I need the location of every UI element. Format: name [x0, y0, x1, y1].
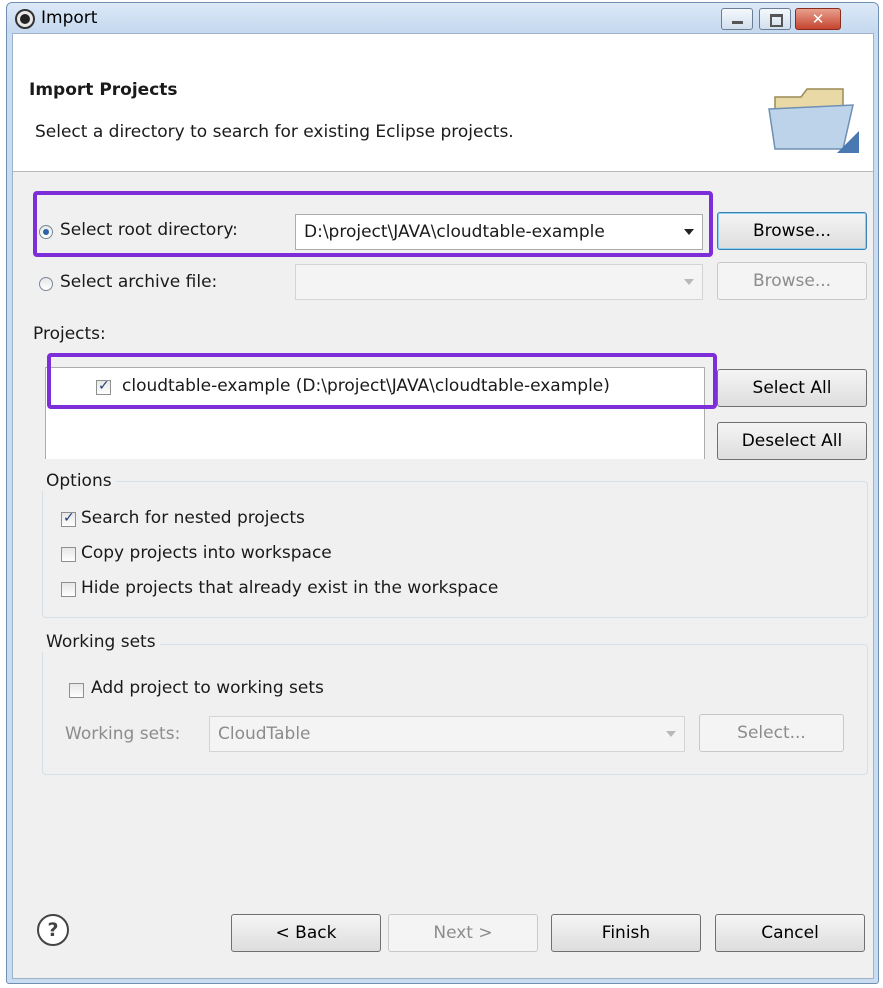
nested-projects-checkbox[interactable] [61, 510, 76, 527]
dialog-content: Import Projects Select a directory to se… [12, 33, 874, 979]
window-title: Import [41, 8, 98, 28]
close-icon[interactable]: ✕ [795, 8, 841, 30]
projects-label: Projects: [33, 324, 106, 344]
working-sets-value: CloudTable [218, 724, 311, 744]
next-button[interactable]: Next > [388, 914, 538, 952]
add-working-sets-checkbox[interactable] [69, 683, 84, 698]
archive-file-label: Select archive file: [60, 272, 218, 292]
back-button[interactable]: < Back [231, 914, 381, 952]
cancel-button[interactable]: Cancel [715, 914, 865, 952]
archive-file-combo[interactable] [295, 264, 703, 300]
copy-projects-checkbox[interactable] [61, 547, 76, 562]
nested-projects-label: Search for nested projects [81, 508, 305, 528]
chevron-down-icon[interactable] [684, 279, 694, 285]
add-working-sets-label: Add project to working sets [91, 678, 324, 698]
options-title: Options [42, 471, 116, 491]
wizard-header: Import Projects Select a directory to se… [13, 34, 873, 172]
project-highlight [47, 353, 717, 409]
working-sets-combo[interactable]: CloudTable [209, 716, 685, 752]
title-bar: Import ✕ [7, 3, 878, 33]
working-sets-label: Working sets: [65, 724, 181, 744]
hide-existing-checkbox[interactable] [61, 582, 76, 597]
folder-icon [768, 88, 859, 153]
chevron-down-icon[interactable] [666, 731, 676, 737]
minimize-icon[interactable] [721, 8, 753, 30]
help-icon[interactable]: ? [37, 914, 69, 946]
working-sets-title: Working sets [42, 632, 160, 652]
browse-root-button[interactable]: Browse... [717, 212, 867, 250]
deselect-all-button[interactable]: Deselect All [717, 422, 867, 460]
archive-file-radio[interactable] [39, 277, 53, 291]
root-directory-highlight [33, 191, 713, 257]
finish-button[interactable]: Finish [551, 914, 701, 952]
page-description: Select a directory to search for existin… [35, 122, 514, 142]
maximize-icon[interactable] [759, 8, 791, 30]
page-title: Import Projects [29, 80, 178, 100]
working-sets-group [42, 644, 868, 775]
hide-existing-label: Hide projects that already exist in the … [81, 578, 499, 598]
eclipse-icon [15, 9, 35, 29]
select-working-set-button[interactable]: Select... [699, 714, 844, 752]
copy-projects-label: Copy projects into workspace [81, 543, 332, 563]
import-dialog: Import ✕ Import Projects Select a direct… [6, 2, 879, 984]
browse-archive-button[interactable]: Browse... [717, 262, 867, 300]
select-all-button[interactable]: Select All [717, 369, 867, 407]
